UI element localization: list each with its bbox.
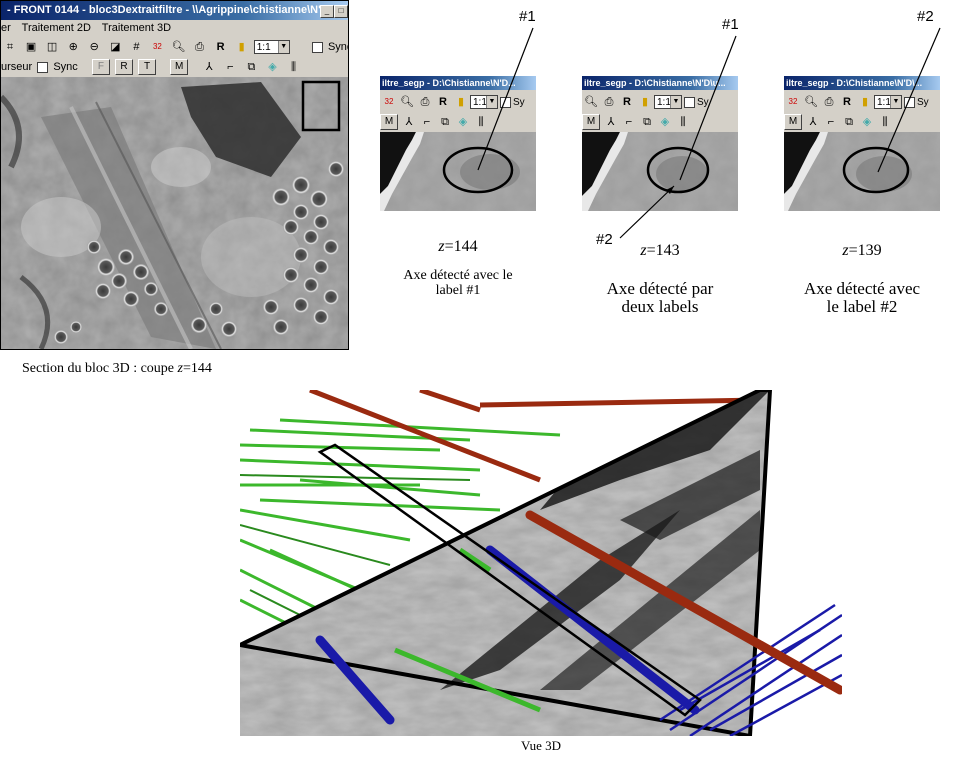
slice-2-caption-line-2: deux labels (621, 297, 699, 316)
leader-line-2 (679, 35, 737, 181)
slice-1-caption-line-1: Axe détecté avec le (403, 268, 513, 283)
slice-1-caption-line-2: label #1 (435, 283, 481, 298)
slice-2-caption: Axe détecté par deux labels (582, 280, 738, 316)
slice-3-caption: Axe détecté avec le label #2 (784, 280, 940, 316)
slice-2-caption-line-1: Axe détecté par (606, 279, 714, 298)
slice-1-z-value: =144 (444, 238, 478, 255)
leader-line-4 (877, 27, 941, 173)
label-1-slice2: #1 (722, 16, 739, 33)
label-1-slice1: #1 (519, 8, 536, 25)
slice-3-z-value: =139 (848, 242, 882, 259)
slice-3-z: z=139 (784, 242, 940, 260)
leader-line-3 (619, 185, 675, 239)
label-2-slice3: #2 (917, 8, 934, 25)
leader-line-1 (477, 27, 534, 171)
slice-2-z: z=143 (582, 242, 738, 260)
slice-3-caption-line-1: Axe détecté avec (803, 279, 921, 298)
slice-2-z-value: =143 (646, 242, 680, 259)
slice-1-caption: Axe détecté avec le label #1 (380, 268, 536, 298)
slice-3-caption-line-2: le label #2 (826, 297, 898, 316)
view-3d[interactable] (240, 390, 842, 736)
slice-1-z: z=144 (380, 238, 536, 256)
view-3d-caption: Vue 3D (520, 738, 561, 753)
